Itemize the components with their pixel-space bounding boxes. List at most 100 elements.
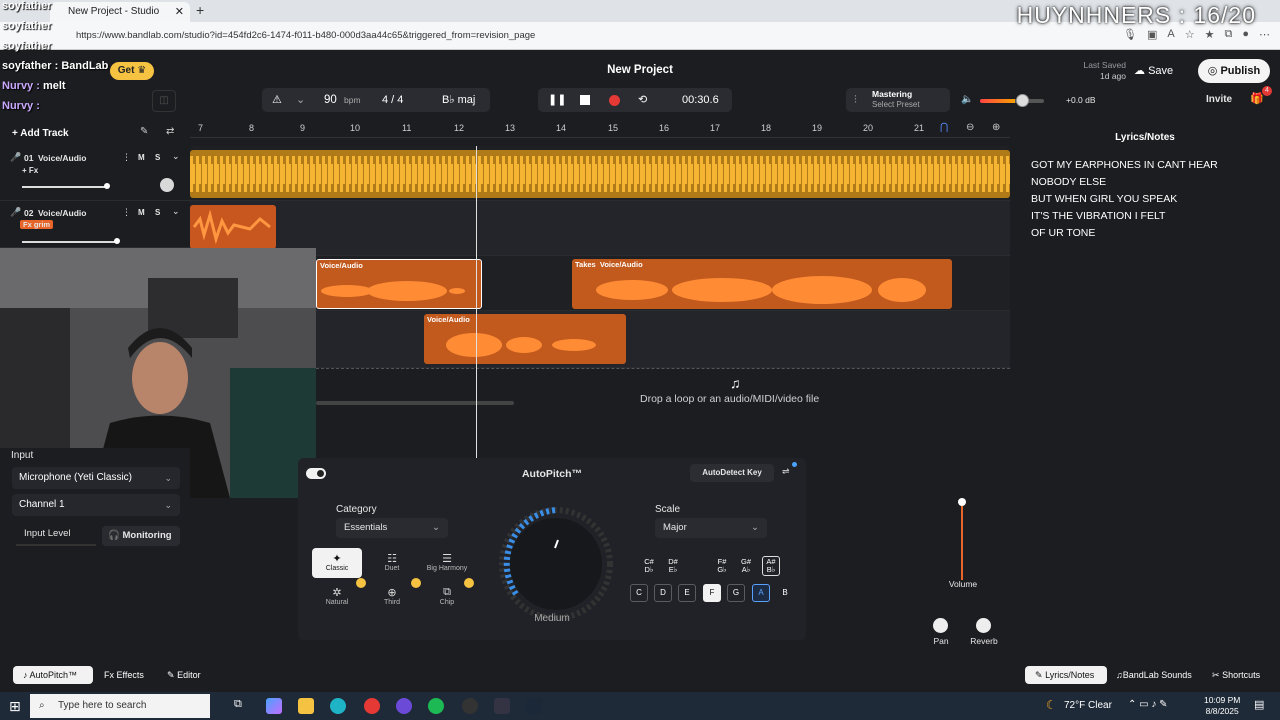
audio-clip[interactable]: Voice/Audio [316, 259, 482, 309]
track-volume-thumb[interactable] [114, 238, 120, 244]
bpm-value[interactable]: 90 [324, 88, 337, 112]
master-volume-thumb[interactable] [1016, 94, 1029, 107]
master-volume-slider[interactable] [980, 99, 1044, 103]
key-f[interactable]: F [703, 584, 721, 602]
key-f-sharp[interactable]: F# G♭ [713, 558, 731, 574]
key-c[interactable]: C [630, 584, 648, 602]
mute-button[interactable]: M [138, 208, 145, 217]
mode-big-harmony[interactable]: ☰ Big Harmony [422, 548, 472, 578]
mode-duet[interactable]: ☷ Duet [367, 548, 417, 578]
pan-knob[interactable] [933, 618, 948, 633]
favorites-icon[interactable]: ★ [1205, 28, 1215, 41]
gift-icon[interactable]: 🎁 [1250, 92, 1264, 105]
track-volume-thumb[interactable] [104, 183, 110, 189]
snap-icon[interactable]: ⋂ [940, 122, 948, 133]
windows-start-icon[interactable]: ⊞ [9, 698, 21, 715]
taskbar-clock[interactable]: 10:09 PM 8/8/2025 [1204, 695, 1240, 717]
add-track-button[interactable]: + Add Track [12, 128, 69, 139]
track-header-02[interactable]: 🎤 02 Voice/Audio ⋮ M S ⌄ Fx grim [0, 201, 190, 248]
loop-icon[interactable]: ⟲ [638, 88, 647, 112]
autodetect-key-button[interactable]: AutoDetect Key [690, 464, 774, 482]
app-icon[interactable] [462, 698, 478, 714]
app-icon[interactable] [494, 698, 510, 714]
url-field[interactable]: https://www.bandlab.com/studio?id=454fd2… [76, 30, 535, 41]
horizontal-scrollbar[interactable] [316, 401, 514, 405]
editor-tab[interactable]: ✎ Editor [167, 666, 201, 684]
file-explorer-icon[interactable] [298, 698, 314, 714]
takes-clip[interactable]: Takes Voice/Audio [572, 259, 952, 309]
chrome-icon[interactable] [364, 698, 380, 714]
scale-select[interactable]: Major ⌄ [655, 518, 767, 538]
zoom-out-icon[interactable]: ⊖ [966, 122, 974, 133]
profile-icon[interactable]: ● [1242, 28, 1249, 41]
autopitch-tab[interactable]: ♪ AutoPitch™ [13, 666, 93, 684]
key-g-sharp[interactable]: G# A♭ [737, 558, 755, 574]
task-view-icon[interactable]: ⧉ [234, 698, 242, 711]
timeline-ruler[interactable]: 7 8 9 10 11 12 13 14 15 16 17 18 19 20 2… [190, 120, 1010, 138]
pan-knob[interactable] [160, 178, 174, 192]
audio-clip[interactable]: Voice/Audio [424, 314, 626, 364]
edge-icon[interactable] [330, 698, 346, 714]
sounds-tab[interactable]: ♫BandLab Sounds [1116, 666, 1192, 684]
audio-clip[interactable] [190, 150, 1010, 198]
key-e[interactable]: E [678, 584, 696, 602]
reverb-knob[interactable] [976, 618, 991, 633]
key-d-sharp[interactable]: D# E♭ [664, 558, 682, 574]
playhead[interactable] [476, 146, 477, 458]
obs-icon[interactable] [396, 698, 412, 714]
speaker-icon[interactable]: 🔈 [961, 94, 973, 105]
shortcuts-tab[interactable]: ✂ Shortcuts [1212, 666, 1260, 684]
key-select[interactable]: B♭ maj [442, 88, 475, 112]
fx-button[interactable]: + Fx [22, 166, 38, 175]
drop-zone[interactable]: ♫ Drop a loop or an audio/MIDI/video fil… [316, 368, 1010, 408]
volume-fader-track[interactable] [961, 502, 963, 580]
key-a-sharp[interactable]: A# B♭ [762, 556, 780, 576]
steam-icon[interactable] [526, 698, 542, 714]
track-menu-icon[interactable]: ⋮ [122, 207, 131, 218]
mute-button[interactable]: M [138, 153, 145, 162]
save-button[interactable]: ☁ Save [1134, 60, 1194, 82]
track-lane-01[interactable] [190, 146, 1010, 201]
pen-icon[interactable]: ✎ [140, 126, 148, 137]
track-menu-icon[interactable]: ⋮ [122, 152, 131, 163]
record-icon[interactable] [609, 95, 620, 106]
chevron-down-icon[interactable]: ⌄ [172, 206, 180, 217]
solo-button[interactable]: S [155, 153, 160, 162]
mode-natural[interactable]: ✲ Natural [312, 582, 362, 612]
key-a[interactable]: A [752, 584, 770, 602]
pause-icon[interactable]: ❚❚ [548, 88, 566, 112]
channel-select[interactable]: Channel 1 ⌄ [12, 494, 180, 516]
new-tab-icon[interactable]: + [196, 2, 204, 18]
lyrics-text[interactable]: GOT MY EARPHONES IN CANT HEAR NOBODY ELS… [1031, 157, 1280, 242]
monitoring-button[interactable]: 🎧 Monitoring [102, 526, 180, 546]
star-icon[interactable]: ☆ [1185, 28, 1195, 41]
chevron-down-icon[interactable]: ⌄ [172, 151, 180, 162]
effects-tab[interactable]: Fx Effects [104, 666, 144, 684]
zoom-in-icon[interactable]: ⊕ [992, 122, 1000, 133]
metronome-icon[interactable]: ⚠ [272, 88, 282, 112]
track-header-01[interactable]: 🎤 01 Voice/Audio ⋮ M S ⌄ + Fx [0, 146, 190, 201]
mode-third[interactable]: ⊕ Third [367, 582, 417, 612]
mastering-button[interactable]: ⫶ Mastering Select Preset [846, 88, 950, 112]
collections-icon[interactable]: ⧉ [1224, 28, 1232, 41]
copilot-icon[interactable] [266, 698, 282, 714]
stop-icon[interactable] [580, 95, 590, 105]
key-d[interactable]: D [654, 584, 672, 602]
pitch-amount-knob[interactable] [498, 506, 614, 622]
mode-classic[interactable]: ✦ Classic [312, 548, 362, 578]
notifications-icon[interactable]: ▤ [1254, 698, 1264, 711]
lyrics-tab[interactable]: ✎ Lyrics/Notes [1025, 666, 1107, 684]
read-aloud-icon[interactable]: A [1167, 28, 1174, 41]
more-icon[interactable]: ⋯ [1259, 28, 1270, 41]
track-settings-icon[interactable]: ⇄ [166, 126, 174, 137]
key-g[interactable]: G [727, 584, 745, 602]
fx-badge[interactable]: Fx grim [20, 220, 54, 229]
chevron-down-icon[interactable]: ⌄ [296, 88, 305, 112]
input-device-select[interactable]: Microphone (Yeti Classic) ⌄ [12, 467, 180, 489]
category-select[interactable]: Essentials ⌄ [336, 518, 448, 538]
taskbar-search-input[interactable]: ⌕ Type here to search [30, 694, 210, 718]
solo-button[interactable]: S [155, 208, 160, 217]
mic-icon[interactable]: 🎙 [1123, 28, 1137, 41]
track-volume-slider[interactable] [22, 186, 108, 188]
settings-sliders-icon[interactable]: ⇌ [782, 466, 790, 477]
